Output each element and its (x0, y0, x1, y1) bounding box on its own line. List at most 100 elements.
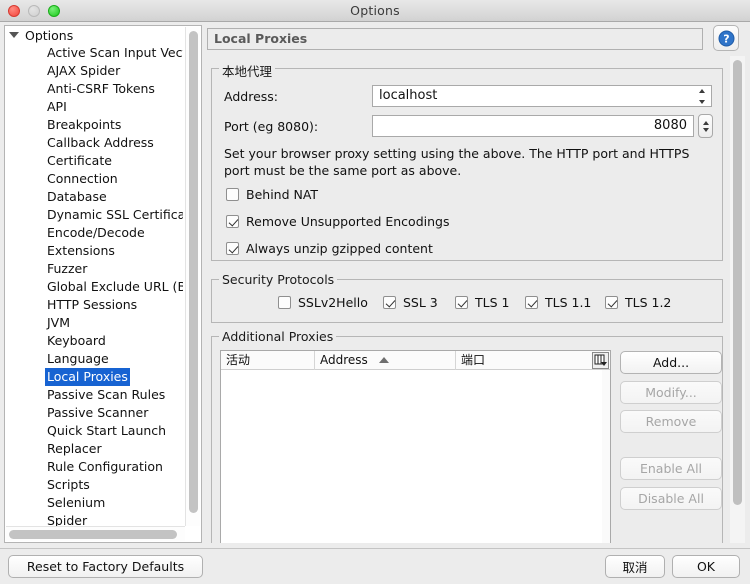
checkbox-ssl3[interactable]: SSL 3 (383, 295, 438, 310)
tls11-label: TLS 1.1 (545, 295, 592, 310)
table-column-header-active-label: 活动 (226, 352, 251, 367)
checkbox-remove-unsupported-encodings[interactable]: Remove Unsupported Encodings (226, 214, 449, 229)
tls11-checkbox-box[interactable] (525, 296, 538, 309)
sort-ascending-icon (378, 357, 389, 363)
sidebar-item-database[interactable]: Database (5, 188, 183, 206)
checkbox-tls11[interactable]: TLS 1.1 (525, 295, 591, 310)
ssl3-checkbox-box[interactable] (383, 296, 396, 309)
cancel-button[interactable]: 取消 (605, 555, 665, 578)
table-column-chooser-icon[interactable] (592, 352, 609, 369)
sidebar-item-fuzzer[interactable]: Fuzzer (5, 260, 183, 278)
window-title: Options (350, 3, 400, 18)
reset-to-factory-defaults-button[interactable]: Reset to Factory Defaults (8, 555, 203, 578)
table-column-header-port[interactable]: 端口 (456, 351, 594, 370)
sslv2hello-label: SSLv2Hello (298, 295, 368, 310)
tree-root-options[interactable]: Options (5, 26, 183, 44)
remove-unsupported-encodings-checkbox-box[interactable] (226, 215, 239, 228)
checkbox-sslv2hello[interactable]: SSLv2Hello (278, 295, 368, 310)
page-title: Local Proxies (207, 28, 703, 50)
add-proxy-button[interactable]: Add... (620, 351, 722, 374)
sidebar-horizontal-scrollbar[interactable] (6, 526, 185, 541)
sidebar-item-spider[interactable]: Spider (5, 512, 183, 526)
sidebar-horizontal-scrollbar-thumb[interactable] (9, 530, 177, 539)
sidebar-item-ajax-spider[interactable]: AJAX Spider (5, 62, 183, 80)
sidebar-item-extensions[interactable]: Extensions (5, 242, 183, 260)
minimize-window-button[interactable] (28, 5, 40, 17)
modify-proxy-button-label: Modify... (645, 385, 697, 400)
expand-triangle-icon[interactable] (9, 32, 19, 38)
sidebar-item-certificate[interactable]: Certificate (5, 152, 183, 170)
sidebar-item-replacer[interactable]: Replacer (5, 440, 183, 458)
sidebar-item-global-exclude-url[interactable]: Global Exclude URL (Beta (5, 278, 183, 296)
port-stepper[interactable] (698, 114, 713, 138)
address-spinner-icon[interactable] (696, 89, 707, 104)
modify-proxy-button[interactable]: Modify... (620, 381, 722, 404)
zoom-window-button[interactable] (48, 5, 60, 17)
additional-proxies-table[interactable]: 活动 Address 端口 (220, 350, 611, 543)
sidebar-item-callback-address[interactable]: Callback Address (5, 134, 183, 152)
help-circle-icon: ? (718, 30, 734, 46)
sidebar-item-connection[interactable]: Connection (5, 170, 183, 188)
reset-to-factory-defaults-label: Reset to Factory Defaults (26, 559, 185, 574)
sidebar-item-http-sessions[interactable]: HTTP Sessions (5, 296, 183, 314)
behind-nat-checkbox-box[interactable] (226, 188, 239, 201)
tls1-checkbox-box[interactable] (455, 296, 468, 309)
sidebar-item-encode-decode[interactable]: Encode/Decode (5, 224, 183, 242)
sidebar-item-api[interactable]: API (5, 98, 183, 116)
additional-proxies-group-legend: Additional Proxies (219, 329, 337, 344)
sslv2hello-checkbox-box[interactable] (278, 296, 291, 309)
security-protocols-group-legend: Security Protocols (219, 272, 338, 287)
remove-proxy-button[interactable]: Remove (620, 410, 722, 433)
disable-all-button[interactable]: Disable All (620, 487, 722, 510)
table-column-header-port-label: 端口 (461, 352, 486, 367)
sidebar-item-jvm[interactable]: JVM (5, 314, 183, 332)
options-detail-panel: Local Proxies ? 本地代理 Address: localhost (207, 25, 745, 543)
sidebar-item-keyboard[interactable]: Keyboard (5, 332, 183, 350)
sidebar-item-active-scan-input-vectors[interactable]: Active Scan Input Vectors (5, 44, 183, 62)
table-vertical-scrollbar[interactable] (602, 370, 610, 543)
help-button[interactable]: ? (713, 25, 739, 51)
checkbox-tls1[interactable]: TLS 1 (455, 295, 509, 310)
checkbox-behind-nat[interactable]: Behind NAT (226, 187, 318, 202)
close-window-button[interactable] (8, 5, 20, 17)
checkbox-tls12[interactable]: TLS 1.2 (605, 295, 671, 310)
sidebar-item-dynamic-ssl-certificates[interactable]: Dynamic SSL Certificates (5, 206, 183, 224)
sidebar-item-selenium[interactable]: Selenium (5, 494, 183, 512)
ok-button[interactable]: OK (672, 555, 740, 578)
enable-all-button[interactable]: Enable All (620, 457, 722, 480)
sidebar-item-rule-configuration[interactable]: Rule Configuration (5, 458, 183, 476)
enable-all-button-label: Enable All (639, 461, 703, 476)
sidebar-item-language[interactable]: Language (5, 350, 183, 368)
sidebar-item-breakpoints[interactable]: Breakpoints (5, 116, 183, 134)
checkbox-always-unzip-gzipped-content[interactable]: Always unzip gzipped content (226, 241, 433, 256)
panel-scroll-area: 本地代理 Address: localhost Port (eg 8080): … (207, 56, 745, 543)
table-column-header-address-label: Address (320, 352, 368, 367)
traffic-light-buttons (8, 5, 60, 17)
dialog-button-bar: Reset to Factory Defaults https://blog.c… (0, 548, 750, 584)
security-protocols-group: Security Protocols SSLv2Hello SSL 3 TLS … (211, 272, 723, 323)
panel-vertical-scrollbar[interactable] (730, 56, 745, 543)
sidebar-item-scripts[interactable]: Scripts (5, 476, 183, 494)
sidebar-item-quick-start-launch[interactable]: Quick Start Launch (5, 422, 183, 440)
always-unzip-gzipped-content-checkbox-box[interactable] (226, 242, 239, 255)
sidebar-item-local-proxies[interactable]: Local Proxies (5, 368, 183, 386)
dialog-content: Options Active Scan Input Vectors AJAX S… (0, 22, 750, 548)
remove-proxy-button-label: Remove (645, 414, 697, 429)
always-unzip-gzipped-content-label: Always unzip gzipped content (246, 241, 433, 256)
cancel-button-label: 取消 (622, 560, 648, 575)
sidebar-vertical-scrollbar[interactable] (185, 27, 200, 526)
port-input-value: 8080 (653, 118, 687, 133)
sidebar-item-anti-csrf-tokens[interactable]: Anti-CSRF Tokens (5, 80, 183, 98)
sidebar-item-passive-scanner[interactable]: Passive Scanner (5, 404, 183, 422)
port-input[interactable]: 8080 (372, 115, 694, 137)
sidebar-item-passive-scan-rules[interactable]: Passive Scan Rules (5, 386, 183, 404)
tls12-checkbox-box[interactable] (605, 296, 618, 309)
ssl3-label: SSL 3 (403, 295, 438, 310)
panel-vertical-scrollbar-thumb[interactable] (733, 60, 742, 505)
options-tree[interactable]: Options Active Scan Input Vectors AJAX S… (5, 26, 183, 526)
address-input[interactable]: localhost (372, 85, 712, 107)
table-column-header-address[interactable]: Address (315, 351, 456, 370)
sidebar-vertical-scrollbar-thumb[interactable] (189, 31, 198, 513)
svg-text:?: ? (723, 32, 729, 45)
table-column-header-active[interactable]: 活动 (221, 351, 315, 370)
